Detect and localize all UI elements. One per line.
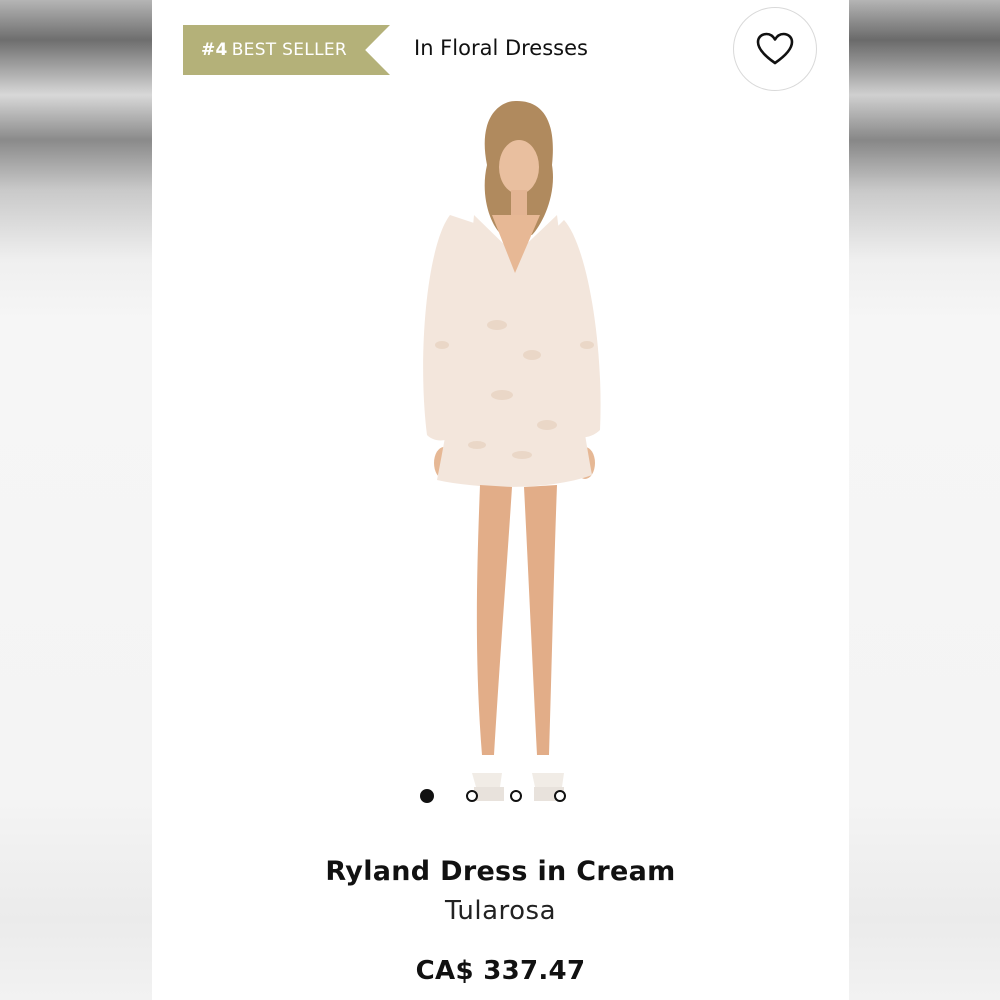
pagination-dot-3[interactable] — [510, 790, 522, 802]
heart-icon — [756, 32, 794, 65]
product-price: CA$ 337.47 — [415, 956, 586, 986]
product-brand[interactable]: Tularosa — [152, 896, 849, 926]
pagination-dot-1[interactable] — [420, 789, 434, 803]
product-title: Ryland Dress in Cream — [325, 856, 676, 887]
product-card: #4 BEST SELLER In Floral Dresses Ryland … — [152, 0, 849, 1000]
best-seller-badge: #4 BEST SELLER — [183, 25, 390, 75]
backdrop-right — [849, 0, 1000, 1000]
category-link[interactable]: In Floral Dresses — [414, 36, 588, 60]
favorite-button[interactable] — [733, 7, 817, 91]
backdrop-left — [0, 0, 152, 1000]
badge-rank: #4 — [201, 40, 228, 60]
image-pagination — [420, 787, 566, 805]
badge-label: BEST SELLER — [231, 40, 347, 60]
pagination-dot-2[interactable] — [466, 790, 478, 802]
pagination-dot-4[interactable] — [554, 790, 566, 802]
product-image[interactable] — [382, 95, 652, 815]
